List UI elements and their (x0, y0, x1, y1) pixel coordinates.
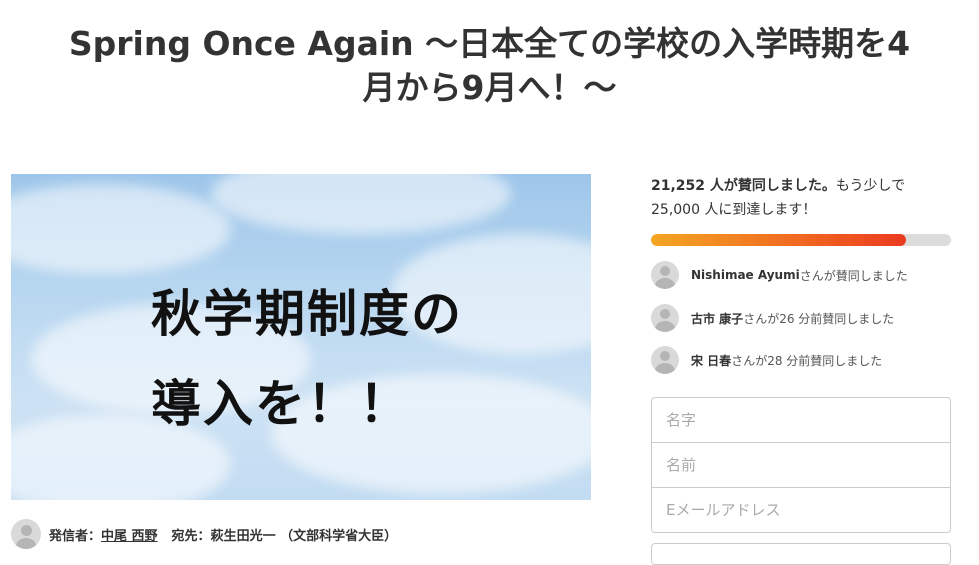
signer-text: さんが26 分前賛同しました (743, 311, 895, 326)
goal-text-1: もう少しで (835, 178, 906, 194)
signer-avatar (651, 346, 679, 374)
signer-text: さんが賛同しました (799, 268, 908, 283)
hero-text-line-1: 秋学期制度の (151, 285, 463, 343)
sign-form (651, 397, 951, 533)
signature-panel: 21,252 人が賛同しました。もう少しで 25,000 人に到達します！ Ni… (651, 174, 951, 374)
recent-signer: 古市 康子 さんが26 分前賛同しました (651, 304, 951, 332)
sender-name-link[interactable]: 中尾 西野 (101, 525, 158, 544)
signer-avatar (651, 304, 679, 332)
last-name-field-wrapper (652, 398, 950, 443)
petition-image: 秋学期制度の 導入を！！ (11, 174, 591, 500)
next-form-field[interactable] (651, 543, 951, 565)
recipient-name: 萩生田光一 （文部科学省大臣） (210, 528, 398, 544)
last-name-input[interactable] (664, 410, 938, 430)
page-title: Spring Once Again ～日本全ての学校の入学時期を4 月から9月へ… (0, 22, 979, 110)
recipient-label: 宛先： (171, 528, 211, 544)
recent-signer: Nishimae Ayumi さんが賛同しました (651, 261, 951, 289)
creator-avatar (11, 519, 41, 549)
sender-label: 発信者： (49, 528, 102, 544)
recent-signer: 宋 日春 さんが28 分前賛同しました (651, 346, 951, 374)
signer-text: さんが28 分前賛同しました (731, 353, 883, 368)
signature-count: 21,252 人が賛同しました。もう少しで 25,000 人に到達します！ (651, 174, 951, 222)
signature-progress-fill (651, 234, 906, 246)
signer-name: 古市 康子 (691, 311, 744, 326)
email-input[interactable] (664, 500, 938, 520)
email-field-wrapper (652, 488, 950, 532)
hero-text-line-2: 導入を！！ (151, 375, 411, 433)
first-name-field-wrapper (652, 443, 950, 488)
creator-info: 発信者： 中尾 西野 宛先： 萩生田光一 （文部科学省大臣） (11, 518, 397, 550)
signature-count-value: 21,252 人が賛同しました。 (651, 178, 836, 194)
signer-avatar (651, 261, 679, 289)
goal-text-2: 25,000 人に到達します！ (651, 202, 817, 218)
title-line-1: Spring Once Again ～日本全ての学校の入学時期を4 (68, 24, 911, 63)
title-line-2: 月から9月へ！～ (362, 68, 617, 107)
signer-name: 宋 日春 (691, 353, 732, 368)
first-name-input[interactable] (664, 455, 938, 475)
signer-name: Nishimae Ayumi (691, 268, 800, 282)
signature-progress-bar (651, 234, 951, 246)
